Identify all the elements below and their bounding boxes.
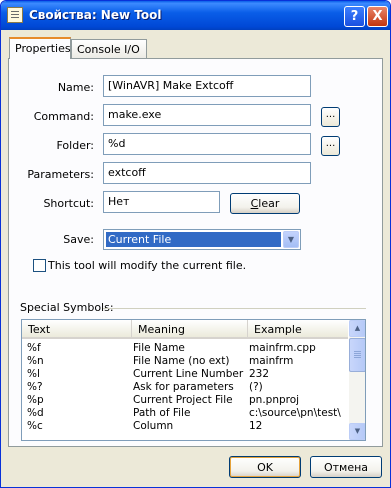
list-item[interactable]: %n File Name (no ext) mainfrm <box>22 355 348 368</box>
folder-label: Folder: <box>56 139 94 152</box>
column-header-example[interactable]: Example <box>248 320 348 337</box>
scroll-thumb[interactable] <box>349 338 365 372</box>
column-header-meaning[interactable]: Meaning <box>132 320 248 337</box>
help-button[interactable]: ? <box>344 6 365 27</box>
symbol-meaning: Ask for parameters <box>133 381 234 393</box>
title-bar[interactable]: Свойства: New Tool ? X <box>1 1 390 30</box>
symbol-text: %? <box>27 381 43 393</box>
vertical-scrollbar[interactable]: ▲ ▼ <box>349 320 365 440</box>
list-item[interactable]: %l Current Line Number 232 <box>22 368 348 381</box>
save-label: Save: <box>63 233 94 246</box>
symbol-text: %n <box>27 355 44 367</box>
scroll-down-icon[interactable]: ▼ <box>349 423 365 440</box>
symbol-meaning: Path of File <box>133 407 191 419</box>
symbol-example: mainfrm.cpp <box>249 342 316 354</box>
symbol-meaning: Column <box>133 420 174 432</box>
command-field[interactable]: make.exe <box>103 104 311 126</box>
special-symbols-label: Special Symbols: <box>20 301 114 314</box>
window-title: Свойства: New Tool <box>29 8 162 22</box>
symbol-example: 232 <box>249 368 270 380</box>
parameters-label: Parameters: <box>27 168 94 181</box>
symbol-meaning: File Name (no ext) <box>133 355 230 367</box>
shortcut-label: Shortcut: <box>43 197 94 210</box>
chevron-down-icon[interactable]: ▼ <box>283 231 299 248</box>
folder-field[interactable]: %d <box>103 133 311 155</box>
ok-button[interactable]: OK <box>229 456 301 478</box>
modify-file-label[interactable]: This tool will modify the current file. <box>48 259 246 272</box>
modify-file-checkbox[interactable] <box>33 259 46 272</box>
name-label: Name: <box>57 81 94 94</box>
new-tool-dialog: Свойства: New Tool ? X Properties Consol… <box>0 0 391 488</box>
name-field[interactable]: [WinAVR] Make Extcoff <box>103 75 311 97</box>
special-symbols-list[interactable]: Text Meaning Example %f File Name mainfrm.… <box>21 319 366 441</box>
shortcut-field[interactable]: Нет <box>103 191 220 213</box>
list-item[interactable]: %p Current Project File pn.pnproj <box>22 394 348 407</box>
symbol-example: mainfrm <box>249 355 294 367</box>
symbol-example: c:\source\pn\test\ <box>249 407 341 419</box>
command-label: Command: <box>33 110 94 123</box>
symbol-text: %c <box>27 420 43 432</box>
list-header: Text Meaning Example <box>22 320 348 339</box>
list-rows: %f File Name mainfrm.cpp %n File Name (no ex… <box>22 342 348 433</box>
symbol-example: (?) <box>249 381 263 393</box>
symbol-meaning: Current Line Number <box>133 368 244 380</box>
list-item[interactable]: %d Path of File c:\source\pn\test\ <box>22 407 348 420</box>
cancel-button[interactable]: Отмена <box>310 456 382 478</box>
command-browse-button[interactable]: ... <box>321 107 340 127</box>
list-item[interactable]: %c Column 12 <box>22 420 348 433</box>
list-item[interactable]: %? Ask for parameters (?) <box>22 381 348 394</box>
group-divider <box>103 308 366 309</box>
clear-button[interactable]: Clear <box>230 193 300 214</box>
document-icon <box>7 7 23 23</box>
save-select[interactable]: Current File ▼ <box>103 229 301 250</box>
symbol-text: %d <box>27 407 44 419</box>
parameters-field[interactable]: extcoff <box>103 162 311 184</box>
symbol-meaning: Current Project File <box>133 394 233 406</box>
symbol-text: %f <box>27 342 41 354</box>
tab-console-io[interactable]: Console I/O <box>71 39 147 58</box>
symbol-text: %p <box>27 394 44 406</box>
close-button[interactable]: X <box>367 6 388 27</box>
symbol-text: %l <box>27 368 40 380</box>
save-select-value: Current File <box>106 232 281 247</box>
folder-browse-button[interactable]: ... <box>321 136 340 156</box>
list-item[interactable]: %f File Name mainfrm.cpp <box>22 342 348 355</box>
grip-icon <box>354 351 361 352</box>
symbol-example: 12 <box>249 420 263 432</box>
tab-properties[interactable]: Properties <box>9 37 71 59</box>
column-header-text[interactable]: Text <box>22 320 132 337</box>
symbol-meaning: File Name <box>133 342 185 354</box>
symbol-example: pn.pnproj <box>249 394 300 406</box>
scroll-up-icon[interactable]: ▲ <box>349 320 365 337</box>
